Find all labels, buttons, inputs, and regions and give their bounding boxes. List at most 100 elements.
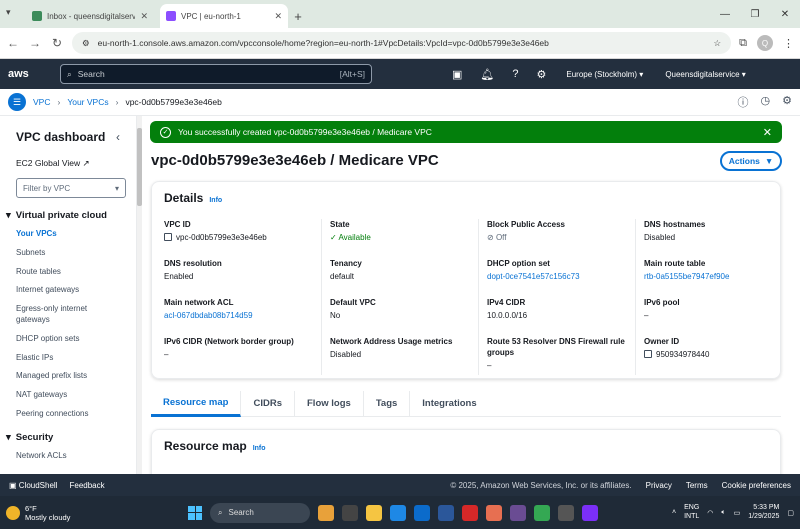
terms-link[interactable]: Terms [686, 481, 708, 490]
store-icon[interactable] [414, 504, 430, 521]
battery-icon[interactable]: ▭ [734, 509, 741, 517]
new-tab-button[interactable]: + [288, 4, 308, 28]
edge-icon[interactable] [390, 504, 406, 521]
breadcrumb-your-vpcs[interactable]: Your VPCs [67, 97, 108, 107]
detail-value-text[interactable]: dopt-0ce7541e57c156c73 [487, 272, 580, 281]
cloudshell-icon[interactable]: ▣ [452, 68, 462, 81]
sidebar-item-your-vpcs[interactable]: Your VPCs [0, 229, 136, 240]
widget-app-icon[interactable] [318, 504, 334, 521]
task-view-icon[interactable] [342, 504, 358, 521]
aws-search-input[interactable]: ⌕ Search [Alt+S] [60, 64, 372, 84]
feedback-link[interactable]: Feedback [69, 481, 104, 490]
account-menu[interactable]: Queensdigitalservice ▾ [665, 70, 746, 79]
section-security[interactable]: ▾ Security [0, 432, 136, 443]
sidebar-item-egress-only-gateways[interactable]: Egress-only internet gateways [0, 304, 136, 326]
notifications-bell-icon[interactable]: 🔔︎ [480, 68, 494, 81]
preferences-gear-icon[interactable]: ⚙ [782, 94, 792, 110]
cookie-preferences-link[interactable]: Cookie preferences [722, 481, 791, 490]
bookmark-star-icon[interactable]: ☆ [714, 38, 722, 49]
cloudshell-button[interactable]: ▣ CloudShell [9, 481, 57, 490]
browser-tab-vpc[interactable]: VPC | eu-north-1 ✕ [160, 4, 288, 28]
clock[interactable]: 5:33 PM 1/29/2025 [748, 504, 779, 522]
app-icon[interactable] [558, 504, 574, 521]
detail-value-text[interactable]: acl-067dbdab08b714d59 [164, 311, 253, 320]
browser-tab-inbox[interactable]: Inbox - queensdigitalservices ✕ [26, 4, 154, 28]
sidebar-item-managed-prefix-lists[interactable]: Managed prefix lists [0, 371, 136, 382]
extensions-icon[interactable]: ⧉ [739, 37, 747, 50]
sidebar-item-peering-connections[interactable]: Peering connections [0, 409, 136, 420]
notification-center-icon[interactable]: ▢ [787, 509, 794, 517]
copy-icon[interactable] [644, 350, 652, 359]
collapse-sidebar-icon[interactable]: ‹ [116, 130, 120, 144]
sidebar-item-route-tables[interactable]: Route tables [0, 267, 136, 278]
sidebar-item-subnets[interactable]: Subnets [0, 248, 136, 259]
windows-start-icon[interactable] [188, 505, 202, 520]
resource-map-heading: Resource map Info [164, 439, 266, 453]
volume-icon[interactable]: 🔈︎ [721, 509, 725, 517]
detail-tabs: Resource map CIDRs Flow logs Tags Integr… [151, 390, 781, 417]
detail-value[interactable]: acl-067dbdab08b714d59 [164, 311, 321, 322]
detail-value[interactable]: dopt-0ce7541e57c156c73 [487, 272, 635, 283]
maximize-icon[interactable]: ❐ [740, 9, 770, 20]
detail-value-text[interactable]: vpc-0d0b5799e3e3e46eb [176, 233, 267, 242]
sidebar-item-dhcp-option-sets[interactable]: DHCP option sets [0, 334, 136, 345]
actions-button[interactable]: Actions ▼ [720, 151, 782, 171]
sidebar-item-nat-gateways[interactable]: NAT gateways [0, 390, 136, 401]
app-icon[interactable] [582, 504, 598, 521]
minimize-icon[interactable]: — [710, 9, 740, 20]
detail-key: DNS hostnames [644, 220, 706, 229]
browser-menu-icon[interactable]: ⋮ [783, 37, 794, 50]
detail-value[interactable]: rtb-0a5155be7947ef90e [644, 272, 774, 283]
site-info-icon[interactable]: ⚙ [82, 38, 90, 49]
history-icon[interactable]: ◷ [761, 94, 771, 110]
reload-icon[interactable]: ↻ [50, 36, 64, 50]
ec2-global-view-link[interactable]: EC2 Global View ↗ [0, 158, 136, 169]
sidebar-item-network-acls[interactable]: Network ACLs [0, 451, 136, 462]
help-icon[interactable]: ? [512, 68, 518, 81]
back-icon[interactable]: ← [6, 36, 20, 50]
info-panel-icon[interactable]: ⓘ [738, 94, 749, 110]
copy-icon[interactable] [164, 233, 172, 242]
wifi-icon[interactable]: ◠ [707, 509, 713, 517]
tab-flow-logs[interactable]: Flow logs [295, 390, 364, 417]
aws-logo[interactable]: aws [8, 68, 52, 80]
address-bar[interactable]: ⚙ eu-north-1.console.aws.amazon.com/vpcc… [72, 32, 732, 54]
language-indicator[interactable]: ENG INTL [684, 504, 699, 521]
weather-widget[interactable]: 6°F Mostly cloudy [6, 504, 156, 522]
profile-avatar[interactable]: Q [757, 35, 773, 51]
chrome-icon[interactable] [534, 504, 550, 521]
side-nav-toggle-icon[interactable]: ☰ [8, 93, 26, 111]
sidebar-item-internet-gateways[interactable]: Internet gateways [0, 285, 136, 296]
close-tab-icon[interactable]: ✕ [140, 11, 148, 22]
resource-map-info-link[interactable]: Info [253, 445, 266, 452]
opera-icon[interactable] [462, 504, 478, 521]
detail-value-text[interactable]: rtb-0a5155be7947ef90e [644, 272, 729, 281]
settings-gear-icon[interactable]: ⚙ [537, 68, 547, 81]
section-virtual-private-cloud[interactable]: ▾ Virtual private cloud [0, 210, 136, 221]
region-selector[interactable]: Europe (Stockholm) ▾ [566, 70, 643, 79]
tab-resource-map[interactable]: Resource map [151, 390, 242, 417]
url-text[interactable]: eu-north-1.console.aws.amazon.com/vpccon… [98, 38, 706, 48]
close-tab-icon[interactable]: ✕ [274, 11, 282, 22]
close-window-icon[interactable]: ✕ [770, 9, 800, 20]
sidebar-title[interactable]: VPC dashboard [16, 130, 105, 144]
detail-value-text[interactable]: 950934978440 [656, 350, 709, 359]
word-icon[interactable] [438, 504, 454, 521]
firefox-icon[interactable] [486, 504, 502, 521]
tray-chevron-icon[interactable]: ˄ [672, 509, 676, 516]
dismiss-flash-icon[interactable]: ✕ [763, 126, 772, 139]
breadcrumb-vpc[interactable]: VPC [33, 97, 50, 107]
filter-by-vpc-select[interactable]: Filter by VPC ▾ [16, 178, 126, 198]
app-icon[interactable] [510, 504, 526, 521]
forward-icon[interactable]: → [28, 36, 42, 50]
privacy-link[interactable]: Privacy [646, 481, 672, 490]
detail-value-text: Enabled [164, 272, 194, 282]
tab-tags[interactable]: Tags [364, 390, 411, 417]
tab-integrations[interactable]: Integrations [410, 391, 488, 417]
taskbar-search[interactable]: ⌕ Search [210, 502, 310, 523]
tab-cidrs[interactable]: CIDRs [241, 390, 295, 417]
file-explorer-icon[interactable] [366, 504, 382, 521]
tab-list-icon[interactable]: ▾ [6, 7, 11, 18]
sidebar-item-elastic-ips[interactable]: Elastic IPs [0, 353, 136, 364]
details-info-link[interactable]: Info [209, 197, 222, 204]
